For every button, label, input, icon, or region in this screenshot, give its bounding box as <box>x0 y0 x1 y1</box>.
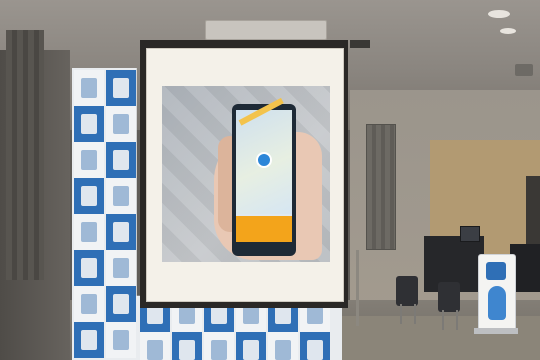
backdrop-tile <box>204 332 234 360</box>
sponsor-logo <box>113 222 129 242</box>
standee-logo <box>486 262 506 280</box>
sponsor-logo <box>81 78 97 98</box>
backdrop-tile <box>106 250 136 286</box>
sponsor-logo <box>211 340 227 360</box>
backdrop-tile <box>106 70 136 106</box>
chair-leg <box>442 310 444 330</box>
chair-leg <box>456 310 458 330</box>
standee-base <box>474 328 518 334</box>
backdrop-tile <box>236 332 266 360</box>
sponsor-logo <box>307 340 323 360</box>
backdrop-tile <box>268 332 298 360</box>
backdrop-tile <box>106 214 136 250</box>
sponsor-logo <box>179 340 195 360</box>
backdrop-tile <box>106 322 136 358</box>
backdrop-tile <box>74 70 104 106</box>
sponsor-logo <box>113 114 129 134</box>
sponsor-logo <box>113 294 129 314</box>
backdrop-tile <box>74 214 104 250</box>
sponsor-logo <box>81 222 97 242</box>
backdrop-tile <box>74 142 104 178</box>
backdrop-tile <box>74 286 104 322</box>
backdrop-tile <box>300 332 330 360</box>
backdrop-tile <box>172 332 202 360</box>
sponsor-logo <box>147 340 163 360</box>
stand-pole <box>356 250 359 326</box>
backdrop-tile <box>106 286 136 322</box>
monitor <box>460 226 480 242</box>
sponsor-logo <box>275 340 291 360</box>
ceiling-light <box>500 28 516 34</box>
sponsor-logo <box>81 258 97 278</box>
sponsor-logo <box>113 330 129 350</box>
sponsor-logo <box>113 258 129 278</box>
location-pin-icon <box>256 152 272 168</box>
chair <box>438 282 460 312</box>
backdrop-tile <box>106 142 136 178</box>
mascot-figure <box>488 286 506 320</box>
backdrop-tile <box>74 178 104 214</box>
backdrop-tile <box>74 322 104 358</box>
backdrop-tile <box>74 106 104 142</box>
sponsor-logo <box>81 294 97 314</box>
ceiling-vent <box>205 20 327 40</box>
backdrop-tile <box>106 106 136 142</box>
chair-leg <box>400 304 402 324</box>
app-bottom-bar <box>236 216 292 242</box>
sponsor-logo <box>81 150 97 170</box>
sponsor-logo <box>81 330 97 350</box>
backdrop-tile <box>74 250 104 286</box>
backdrop-tile <box>106 178 136 214</box>
sponsor-logo <box>113 150 129 170</box>
sponsor-logo <box>113 186 129 206</box>
left-curtain <box>6 30 44 280</box>
backdrop-tile <box>140 332 170 360</box>
screen-mount <box>350 40 370 48</box>
chair <box>396 276 418 306</box>
ceiling-light <box>488 10 510 18</box>
sponsor-logo <box>81 114 97 134</box>
sponsor-logo <box>81 186 97 206</box>
ceiling-detector <box>515 64 533 76</box>
chair-leg <box>414 304 416 324</box>
photo-scene <box>0 0 540 360</box>
sponsor-logo <box>113 78 129 98</box>
curtained-window <box>366 124 396 250</box>
sponsor-logo <box>243 340 259 360</box>
